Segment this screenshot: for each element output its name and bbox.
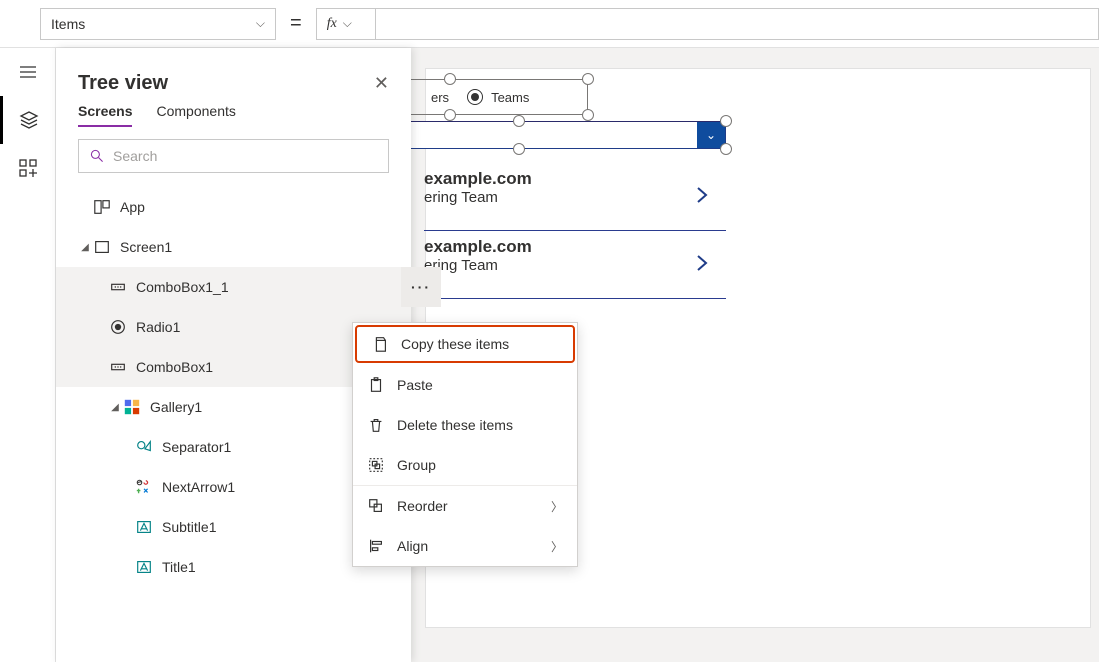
radio-button-icon[interactable] — [467, 89, 483, 105]
more-button[interactable]: ··· — [401, 267, 441, 307]
menu-label: Group — [397, 457, 436, 473]
menu-copy[interactable]: Copy these items — [355, 325, 575, 363]
tab-screens[interactable]: Screens — [78, 103, 132, 127]
equals-label: = — [290, 12, 302, 35]
panel-tabs: Screens Components — [56, 103, 411, 133]
separator-icon — [134, 437, 154, 457]
menu-group[interactable]: Group — [353, 445, 577, 485]
tree-combobox1-1[interactable]: ComboBox1_1 ··· — [56, 267, 411, 307]
chevron-down-icon[interactable]: ⌄ — [697, 122, 725, 148]
formula-input[interactable] — [376, 8, 1099, 40]
radio-option-label: Teams — [491, 90, 529, 105]
label-icon — [134, 557, 154, 577]
label-icon — [134, 517, 154, 537]
menu-align[interactable]: Align 〉 — [353, 526, 577, 566]
tree-label: ComboBox1_1 — [136, 279, 229, 295]
gallery-icon — [122, 397, 142, 417]
property-dropdown[interactable]: Items ⌵ — [40, 8, 276, 40]
grid-plus-icon — [18, 158, 38, 178]
gallery-item-title: example.com — [424, 169, 726, 189]
tab-components[interactable]: Components — [156, 103, 235, 127]
radio-option-label: ers — [431, 90, 449, 105]
fx-icon: fx — [327, 16, 337, 32]
tree-label: Gallery1 — [150, 399, 202, 415]
menu-label: Reorder — [397, 498, 448, 514]
panel-title: Tree view — [78, 72, 168, 95]
chevron-down-icon: ⌵ — [343, 16, 352, 31]
trash-icon — [367, 416, 385, 434]
tree-label: Radio1 — [136, 319, 180, 335]
menu-label: Align — [397, 538, 428, 554]
menu-label: Copy these items — [401, 336, 509, 352]
app-icon — [92, 197, 112, 217]
expand-icon[interactable]: ◢ — [108, 402, 122, 413]
rail-insert[interactable] — [0, 144, 55, 192]
nextarrow-icon — [134, 477, 154, 497]
context-menu: Copy these items Paste Delete these item… — [352, 322, 578, 567]
more-icon: ··· — [411, 279, 431, 295]
reorder-icon — [367, 497, 385, 515]
radio-icon — [108, 317, 128, 337]
formula-bar: Items ⌵ = fx ⌵ — [0, 0, 1099, 48]
paste-icon — [367, 376, 385, 394]
group-icon — [367, 456, 385, 474]
rail-tree-view[interactable] — [0, 96, 55, 144]
menu-label: Delete these items — [397, 417, 513, 433]
tree-label: NextArrow1 — [162, 479, 235, 495]
gallery-item-title: example.com — [424, 237, 726, 257]
gallery-item[interactable]: example.com ering Team — [424, 163, 726, 231]
tree-label: Separator1 — [162, 439, 231, 455]
combobox-icon — [108, 357, 128, 377]
fx-dropdown[interactable]: fx ⌵ — [316, 8, 376, 40]
screen-icon — [92, 237, 112, 257]
align-icon — [367, 537, 385, 555]
gallery-item-subtitle: ering Team — [424, 257, 726, 274]
menu-paste[interactable]: Paste — [353, 365, 577, 405]
chevron-right-icon: 〉 — [551, 538, 563, 555]
next-arrow-icon[interactable] — [692, 185, 712, 208]
menu-reorder[interactable]: Reorder 〉 — [353, 486, 577, 526]
copy-icon — [371, 335, 389, 353]
left-rail — [0, 48, 56, 662]
tree-label: ComboBox1 — [136, 359, 213, 375]
expand-icon[interactable]: ◢ — [78, 242, 92, 253]
search-icon — [89, 148, 105, 164]
chevron-down-icon: ⌵ — [256, 16, 265, 31]
tree-label: Screen1 — [120, 239, 172, 255]
tree-screen1[interactable]: ◢ Screen1 — [56, 227, 411, 267]
search-input[interactable]: Search — [78, 139, 389, 173]
search-placeholder: Search — [113, 148, 157, 164]
gallery-item-subtitle: ering Team — [424, 189, 726, 206]
combobox-icon — [108, 277, 128, 297]
chevron-right-icon: 〉 — [551, 498, 563, 515]
hamburger-icon — [18, 62, 38, 82]
tree-app[interactable]: App — [56, 187, 411, 227]
menu-label: Paste — [397, 377, 433, 393]
next-arrow-icon[interactable] — [692, 253, 712, 276]
property-name: Items — [51, 16, 85, 32]
gallery-item[interactable]: example.com ering Team — [424, 231, 726, 299]
layers-icon — [19, 110, 39, 130]
tree-label: Subtitle1 — [162, 519, 216, 535]
menu-delete[interactable]: Delete these items — [353, 405, 577, 445]
close-icon[interactable]: ✕ — [374, 73, 389, 94]
tree-label: App — [120, 199, 145, 215]
rail-hamburger[interactable] — [0, 48, 55, 96]
tree-label: Title1 — [162, 559, 196, 575]
